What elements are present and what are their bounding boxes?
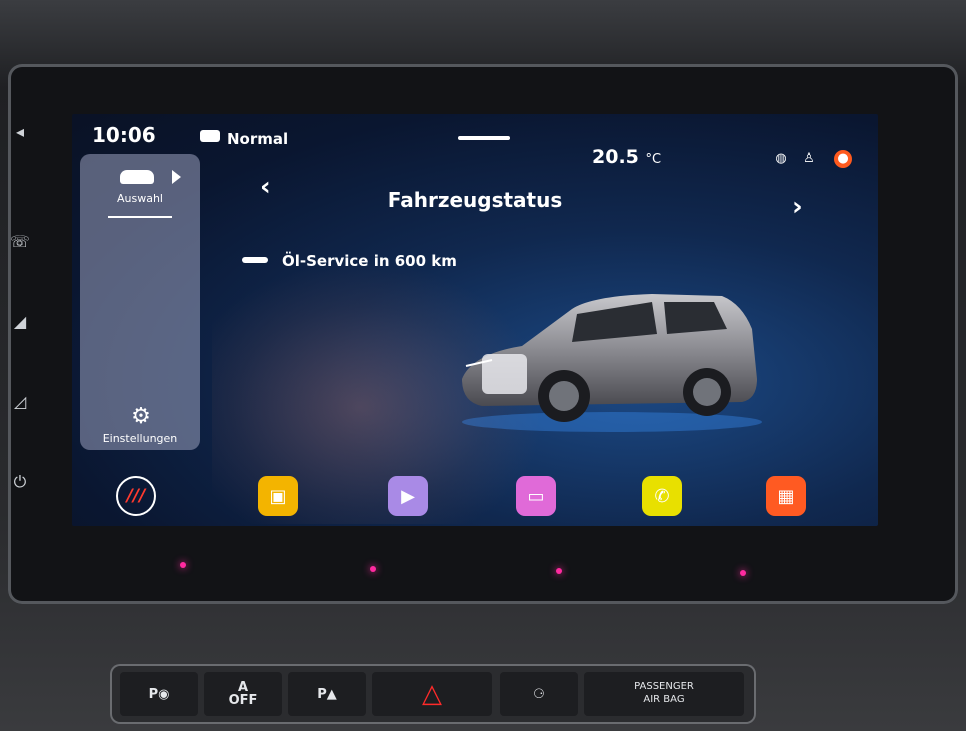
park-button-label: P xyxy=(148,686,159,702)
auto-off-bottom-label: OFF xyxy=(228,693,258,708)
airbag-line1: PASSENGER xyxy=(634,681,694,692)
page-title: Fahrzeugstatus xyxy=(387,188,563,212)
person-icon[interactable]: ♙ xyxy=(800,150,818,168)
volume-down-hardkey-icon[interactable]: ◿ xyxy=(8,390,32,414)
next-arrow-icon[interactable]: › xyxy=(792,192,803,222)
ambient-light xyxy=(180,562,186,568)
media-app-icon[interactable]: ▶ xyxy=(388,476,428,516)
clock: 10:06 xyxy=(92,123,156,147)
infotainment-screen: 10:06 Normal 20.5 °C ◍ ♙ ● Auswahl ⚙ Ein… xyxy=(72,114,878,526)
phone-app-icon[interactable]: ✆ xyxy=(642,476,682,516)
radio-app-icon[interactable]: ▭ xyxy=(516,476,556,516)
drive-mode-car-button[interactable]: ⚆ xyxy=(500,672,578,716)
settings-label[interactable]: Einstellungen xyxy=(80,432,200,445)
notification-icon[interactable]: ● xyxy=(834,150,852,168)
ambient-light xyxy=(740,570,746,576)
temperature-value: 20.5 xyxy=(592,146,639,168)
car-icon xyxy=(200,130,220,142)
vehicle-illustration[interactable] xyxy=(452,284,762,434)
drag-handle[interactable] xyxy=(458,136,510,140)
service-message[interactable]: Öl-Service in 600 km xyxy=(282,252,457,270)
vehicle-app-icon[interactable]: ▣ xyxy=(258,476,298,516)
airbag-line2: AIR BAG xyxy=(643,694,685,705)
seat-icon[interactable]: /// xyxy=(116,476,156,516)
park-assist-label: P xyxy=(317,686,327,702)
car-icon[interactable] xyxy=(120,170,154,184)
wrench-icon xyxy=(242,257,268,263)
power-hardkey-icon[interactable]: ⏻ xyxy=(8,470,32,494)
play-icon[interactable] xyxy=(172,170,181,184)
ambient-light xyxy=(556,568,562,574)
park-assist-button[interactable]: P ▲ xyxy=(288,672,366,716)
status-bar: 10:06 Normal 20.5 °C ◍ ♙ ● xyxy=(72,114,878,168)
drive-mode[interactable]: Normal xyxy=(227,130,288,148)
passenger-airbag-indicator: PASSENGER AIR BAG xyxy=(584,672,744,716)
nav-hardkey-icon[interactable]: ◂ xyxy=(8,120,32,144)
globe-icon[interactable]: ◍ xyxy=(772,150,790,168)
center-console-buttons: P ◉ A OFF P ▲ △ ⚆ PASSENGER AIR BAG xyxy=(110,664,756,724)
settings-gear-icon[interactable]: ⚙ xyxy=(130,406,152,428)
app-dock: /// ▣ ▶ ▭ ✆ ▦ xyxy=(72,458,878,526)
temperature-unit: °C xyxy=(645,152,662,167)
auto-hold-off-button[interactable]: A OFF xyxy=(204,672,282,716)
left-hardkeys: ◂ ☏ ◢ ◿ ⏻ xyxy=(8,120,38,500)
park-heater-button[interactable]: P ◉ xyxy=(120,672,198,716)
apps-icon[interactable]: ▦ xyxy=(766,476,806,516)
phone-hardkey-icon[interactable]: ☏ xyxy=(8,230,32,254)
divider xyxy=(108,216,172,218)
ambient-light xyxy=(370,566,376,572)
temperature: 20.5 °C xyxy=(592,146,661,168)
hazard-icon[interactable]: △ xyxy=(372,672,492,716)
volume-up-hardkey-icon[interactable]: ◢ xyxy=(8,310,32,334)
